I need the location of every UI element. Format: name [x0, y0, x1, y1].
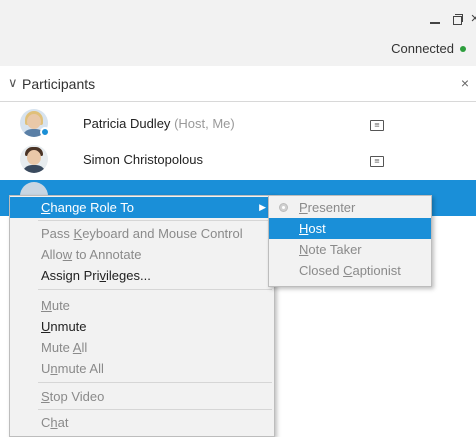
participant-row[interactable]: Patricia Dudley (Host, Me) ≡	[0, 105, 476, 141]
menu-separator	[38, 409, 272, 410]
participant-role: (Host, Me)	[174, 116, 235, 131]
menu-item-unmute[interactable]: Unmute	[10, 316, 274, 337]
panel-close-button[interactable]: ×	[461, 75, 469, 91]
menu-item-pass-keyboard-mouse[interactable]: Pass Keyboard and Mouse Control	[10, 223, 274, 244]
change-role-submenu: Presenter Host Note Taker Closed Caption…	[268, 195, 432, 287]
submenu-item-host[interactable]: Host	[269, 218, 431, 239]
menu-separator	[38, 220, 272, 221]
restore-button[interactable]	[449, 10, 467, 28]
minimize-button[interactable]	[426, 10, 444, 28]
chevron-down-icon[interactable]: ∨	[8, 75, 18, 91]
submenu-item-presenter[interactable]: Presenter	[269, 197, 431, 218]
menu-item-change-role[interactable]: Change Role To ▶	[10, 197, 274, 218]
participant-row[interactable]: Simon Christopolous ≡	[0, 141, 476, 177]
menu-item-mute[interactable]: Mute	[10, 295, 274, 316]
participant-context-menu: Change Role To ▶ Pass Keyboard and Mouse…	[9, 195, 275, 437]
participants-panel-header[interactable]: ∨ Participants ×	[0, 67, 476, 102]
menu-item-unmute-all[interactable]: Unmute All	[10, 358, 274, 379]
connection-status: Connected	[391, 41, 466, 56]
menu-separator	[38, 382, 272, 383]
participant-name: Simon Christopolous	[83, 152, 203, 167]
connected-dot-icon	[460, 45, 466, 52]
radio-selected-icon	[279, 203, 288, 212]
submenu-item-note-taker[interactable]: Note Taker	[269, 239, 431, 260]
video-status-icon	[40, 127, 50, 137]
captioning-icon[interactable]: ≡	[370, 120, 384, 131]
menu-item-allow-annotate[interactable]: Allow to Annotate	[10, 244, 274, 265]
menu-item-assign-privileges[interactable]: Assign Privileges...	[10, 265, 274, 286]
menu-item-stop-video[interactable]: Stop Video	[10, 386, 274, 407]
menu-item-chat[interactable]: Chat	[10, 412, 274, 433]
captioning-icon[interactable]: ≡	[370, 156, 384, 167]
submenu-arrow-icon: ▶	[259, 202, 266, 212]
window-close-button[interactable]: ×	[466, 10, 476, 28]
panel-title: Participants	[22, 76, 96, 92]
avatar	[20, 145, 48, 173]
submenu-item-closed-captionist[interactable]: Closed Captionist	[269, 260, 431, 281]
window-title-bar: × Connected	[0, 0, 476, 66]
connection-status-text: Connected	[391, 41, 454, 56]
participant-name: Patricia Dudley (Host, Me)	[83, 116, 235, 131]
menu-separator	[38, 289, 272, 290]
menu-item-mute-all[interactable]: Mute All	[10, 337, 274, 358]
